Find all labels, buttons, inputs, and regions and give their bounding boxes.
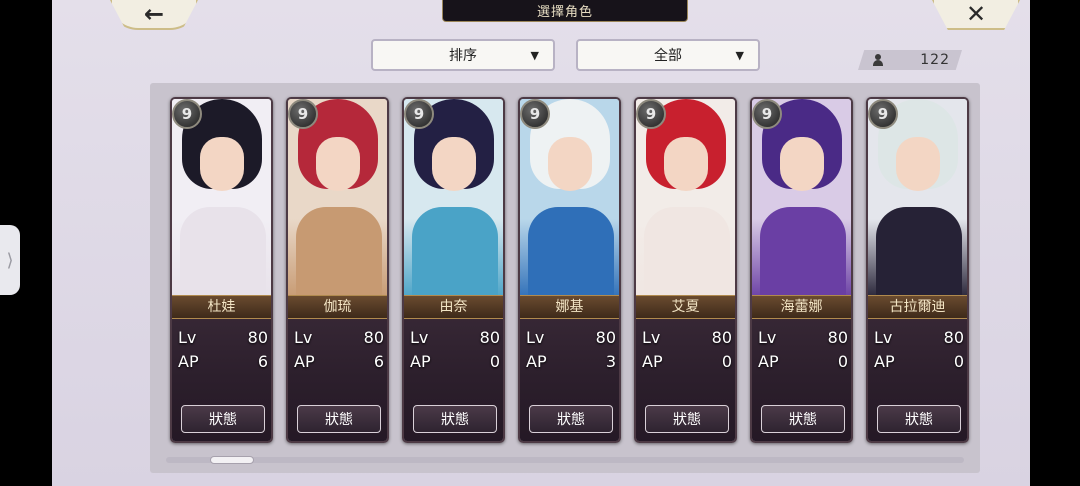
status-button[interactable]: 狀態 [761,405,845,433]
character-portrait [172,99,271,299]
portrait-face [200,137,244,191]
status-button[interactable]: 狀態 [297,405,381,433]
level-value: 80 [827,328,848,347]
ap-label: AP [526,352,547,371]
ap-value: 3 [605,352,616,371]
portrait-body [296,207,382,299]
level-value: 80 [711,328,732,347]
rank-badge-icon: 9 [172,99,202,129]
portrait-body [412,207,498,299]
ap-label: AP [410,352,431,371]
ap-label: AP [178,352,199,371]
page-title: 選擇角色 [442,0,688,22]
ap-value: 6 [373,352,384,371]
ap-label: AP [874,352,895,371]
rank-badge-icon: 9 [752,99,782,129]
level-value: 80 [943,328,964,347]
rank-badge-icon: 9 [520,99,550,129]
character-card[interactable]: 9 伽琉 Lv 80 AP 6 狀態 [286,97,389,443]
level-value: 80 [247,328,268,347]
character-name: 娜基 [520,295,619,319]
chevron-down-icon: ▼ [530,49,539,62]
portrait-face [316,137,360,191]
status-button[interactable]: 狀態 [645,405,729,433]
character-name: 艾夏 [636,295,735,319]
level-label: Lv [874,328,893,347]
portrait-face [896,137,940,191]
character-card[interactable]: 9 海蕾娜 Lv 80 AP 0 狀態 [750,97,853,443]
rank-badge-icon: 9 [636,99,666,129]
character-card[interactable]: 9 艾夏 Lv 80 AP 0 狀態 [634,97,737,443]
close-button[interactable]: ✕ [932,0,1020,30]
character-name: 由奈 [404,295,503,319]
level-label: Lv [294,328,313,347]
character-card[interactable]: 9 由奈 Lv 80 AP 0 狀態 [402,97,505,443]
side-drawer-handle[interactable]: ⟩ [0,225,20,295]
level-value: 80 [479,328,500,347]
filter-dropdown[interactable]: 全部 ▼ [576,39,760,71]
character-name: 海蕾娜 [752,295,851,319]
roster-count-value: 122 [920,52,950,68]
portrait-face [664,137,708,191]
character-card[interactable]: 9 杜娃 Lv 80 AP 6 狀態 [170,97,273,443]
ap-value: 0 [721,352,732,371]
character-name: 伽琉 [288,295,387,319]
portrait-face [780,137,824,191]
ap-value: 0 [953,352,964,371]
level-label: Lv [758,328,777,347]
character-select-stage: ← 選擇角色 ✕ 排序 ▼ 全部 ▼ 122 9 杜娃 Lv 80 AP 6 狀… [52,0,1030,486]
scrollbar-thumb[interactable] [210,456,254,464]
filter-dropdown-label: 全部 [654,48,682,64]
back-button[interactable]: ← [110,0,198,30]
rank-badge-icon: 9 [868,99,898,129]
close-icon: ✕ [965,0,987,28]
rank-badge-icon: 9 [404,99,434,129]
character-list-panel: 9 杜娃 Lv 80 AP 6 狀態 9 伽琉 Lv 80 AP 6 狀態 9 … [150,83,980,473]
roster-count: 122 [858,50,962,70]
rank-badge-icon: 9 [288,99,318,129]
level-value: 80 [595,328,616,347]
status-button[interactable]: 狀態 [181,405,265,433]
chevron-down-icon: ▼ [735,49,744,62]
character-portrait [752,99,851,299]
character-portrait [636,99,735,299]
portrait-body [180,207,266,299]
ap-label: AP [294,352,315,371]
level-label: Lv [410,328,429,347]
sort-dropdown[interactable]: 排序 ▼ [371,39,555,71]
person-icon [872,54,884,66]
character-portrait [404,99,503,299]
ap-value: 0 [489,352,500,371]
sort-dropdown-label: 排序 [449,48,477,64]
status-button[interactable]: 狀態 [877,405,961,433]
character-name: 杜娃 [172,295,271,319]
level-label: Lv [642,328,661,347]
character-portrait [288,99,387,299]
level-value: 80 [363,328,384,347]
status-button[interactable]: 狀態 [413,405,497,433]
portrait-body [876,207,962,299]
character-card-row: 9 杜娃 Lv 80 AP 6 狀態 9 伽琉 Lv 80 AP 6 狀態 9 … [170,97,969,447]
horizontal-scrollbar[interactable] [166,456,964,464]
character-portrait [520,99,619,299]
character-card[interactable]: 9 古拉爾迪 Lv 80 AP 0 狀態 [866,97,969,443]
level-label: Lv [178,328,197,347]
character-card[interactable]: 9 娜基 Lv 80 AP 3 狀態 [518,97,621,443]
ap-label: AP [758,352,779,371]
character-name: 古拉爾迪 [868,295,967,319]
portrait-face [432,137,476,191]
portrait-body [528,207,614,299]
status-button[interactable]: 狀態 [529,405,613,433]
portrait-face [548,137,592,191]
character-portrait [868,99,967,299]
ap-value: 6 [257,352,268,371]
ap-label: AP [642,352,663,371]
portrait-body [644,207,730,299]
portrait-body [760,207,846,299]
back-arrow-icon: ← [143,0,165,28]
ap-value: 0 [837,352,848,371]
game-screen: ⟩ ← 選擇角色 ✕ 排序 ▼ 全部 ▼ 122 9 杜娃 Lv 80 AP 6… [0,0,1080,486]
level-label: Lv [526,328,545,347]
